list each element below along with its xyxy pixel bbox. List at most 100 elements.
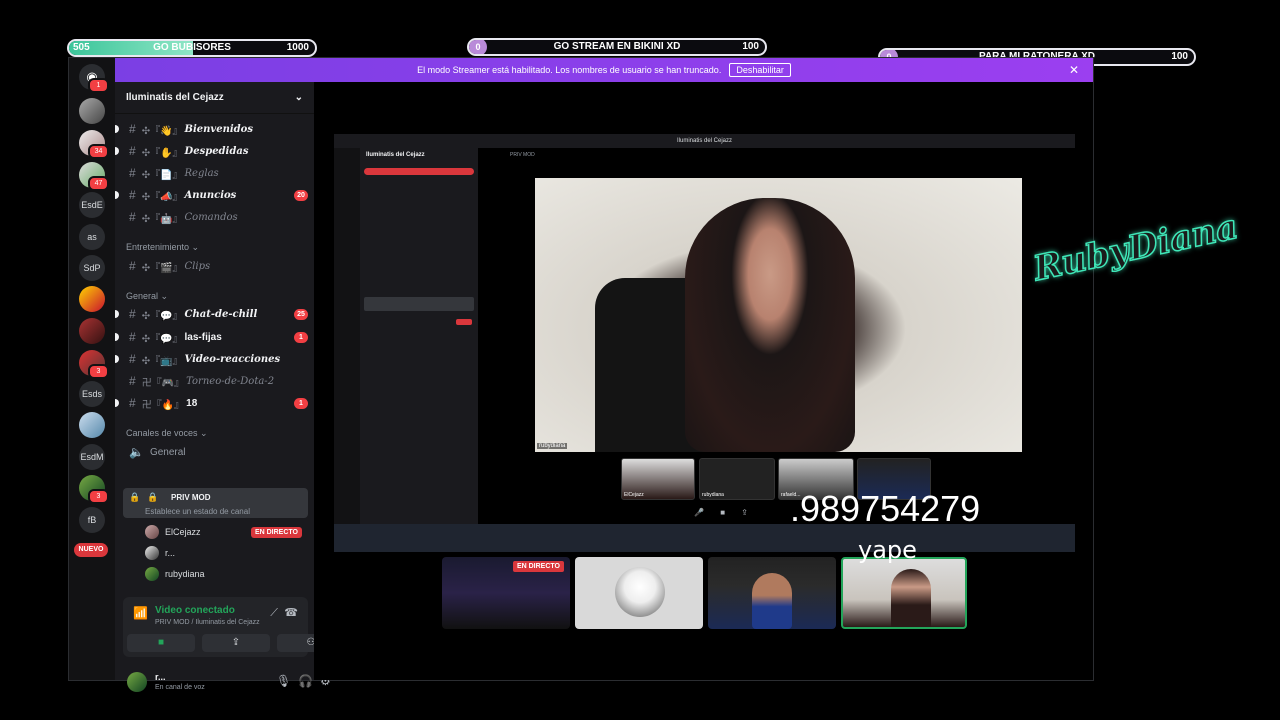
server-icon[interactable]: 3: [79, 475, 109, 504]
camera-button[interactable]: ■: [127, 634, 195, 652]
mention-badge: 25: [294, 308, 308, 320]
server-icon[interactable]: 34: [79, 130, 109, 159]
server-icon[interactable]: 47: [79, 162, 109, 191]
voice-connection-panel: 📶 Video conectado PRIV MOD / Iluminatis …: [123, 597, 345, 657]
participant-tile[interactable]: EN DIRECTO: [442, 557, 570, 629]
server-as[interactable]: as: [79, 224, 105, 250]
streamer-video: [685, 198, 855, 452]
screen-share-icon[interactable]: ⇪: [741, 508, 748, 517]
channel-sidebar: Iluminatis del Cejazz ⌄ # ✣『👋』 Bienvenidos…: [115, 82, 345, 692]
user-name: r...: [155, 672, 166, 682]
screen-share-button[interactable]: ⇪: [202, 634, 270, 652]
channel-status-input[interactable]: Establece un estado de canal: [145, 507, 250, 516]
channel-anuncios[interactable]: # ✣『📣』 Anuncios 20: [115, 185, 314, 205]
goal-bar-bikini: 0 GO STREAM EN BIKINI XD 100: [467, 38, 767, 56]
goal-max: 100: [742, 41, 759, 52]
server-icon[interactable]: 3: [79, 350, 109, 379]
phone-overlay: .989754279: [790, 488, 981, 529]
speaker-icon: 🔈: [129, 445, 144, 459]
inner-channel-sidebar: Iluminatis del Cejazz: [360, 148, 478, 524]
channel-bienvenidos[interactable]: # ✣『👋』 Bienvenidos: [115, 119, 314, 139]
server-sdp[interactable]: SdP: [79, 255, 105, 281]
channel-reglas[interactable]: # ✣『📄』 Reglas: [115, 163, 314, 183]
channel-las-fijas[interactable]: # ✣『💬』 las-fijas 1: [115, 327, 314, 347]
thumbnail-label: rubydiana: [702, 492, 724, 498]
yape-overlay: yape: [858, 536, 917, 564]
server-fb[interactable]: fB: [79, 507, 105, 533]
mention-badge: 20: [294, 189, 308, 201]
category-voice[interactable]: Canales de voces ⌄: [126, 428, 208, 439]
server-esds[interactable]: Esds: [79, 381, 105, 407]
featured-video[interactable]: rubydiana: [535, 178, 1022, 452]
participant-thumbnail[interactable]: ElCejazz: [621, 458, 695, 500]
channel-despedidas[interactable]: # ✣『✋』 Despedidas: [115, 141, 314, 161]
disable-button[interactable]: Deshabilitar: [729, 63, 791, 77]
channel-prefix: 卍『🔥』: [141, 399, 185, 411]
server-icon[interactable]: [79, 286, 105, 312]
lock-icon: 🔒: [147, 492, 159, 502]
voice-channel-general[interactable]: 🔈 General: [115, 442, 314, 462]
streamer-mode-banner: El modo Streamer está habilitado. Los no…: [115, 58, 1093, 82]
voice-user[interactable]: r...: [145, 544, 175, 562]
server-esde[interactable]: EsdE: [79, 192, 105, 218]
inner-channel-label: PRIV MOD: [510, 152, 535, 158]
mention-badge: 1: [294, 331, 308, 343]
channel-name: Reglas: [184, 167, 219, 179]
discord-home-icon[interactable]: ◉ 1: [79, 64, 109, 93]
channel-video-reacciones[interactable]: # ✣『📺』 Video-reacciones: [115, 349, 314, 369]
goal-max: 100: [1171, 51, 1188, 62]
participant-tile[interactable]: [575, 557, 703, 629]
close-icon[interactable]: ✕: [1069, 63, 1079, 77]
camera-icon[interactable]: ■: [720, 508, 725, 517]
channel-torneo-de-dota-2[interactable]: # 卍『🎮』 Torneo-de-Dota-2: [115, 371, 314, 391]
disconnect-icon[interactable]: ☎: [284, 606, 298, 619]
avatar[interactable]: [127, 672, 147, 692]
connection-location: PRIV MOD / Iluminatis del Cejazz: [155, 619, 260, 626]
noise-suppression-icon[interactable]: ⟋: [270, 607, 278, 620]
channel-name: 18: [186, 397, 198, 409]
category-entretenimiento[interactable]: Entretenimiento ⌄: [126, 242, 199, 253]
thumbnail-label: ElCejazz: [624, 492, 644, 498]
channel-chat-de-chill[interactable]: # ✣『💬』 Chat-de-chill 25: [115, 304, 314, 324]
server-icon[interactable]: [79, 98, 105, 124]
server-rail: ◉ 1 34 47 EsdE as SdP 3 Esds EsdM 3 fB NU…: [69, 58, 115, 680]
unread-badge: 47: [88, 176, 109, 191]
channel-18[interactable]: # 卍『🔥』 18 1: [115, 393, 314, 413]
new-badge[interactable]: NUEVO: [74, 543, 108, 557]
live-badge: EN DIRECTO: [512, 561, 564, 572]
connection-status: Video conectado: [155, 605, 235, 616]
server-icon[interactable]: [79, 412, 105, 438]
channel-name: PRIV MOD: [171, 493, 211, 502]
headphones-icon[interactable]: 🎧: [298, 674, 313, 688]
participant-tile[interactable]: [708, 557, 836, 629]
call-controls: 🎤 ■ ⇪: [694, 508, 748, 524]
goal-title: GO STREAM EN BIKINI XD: [553, 41, 681, 52]
chevron-down-icon: ⌄: [294, 92, 303, 103]
voice-user[interactable]: ElCejazz EN DIRECTO: [145, 523, 308, 541]
unread-badge: 1: [88, 78, 109, 93]
voice-channel-priv-mod[interactable]: 🔒 🔒 PRIV MOD Establece un estado de cana…: [123, 488, 308, 518]
category-label: General: [126, 291, 159, 301]
participant-video: [891, 569, 931, 627]
voice-user[interactable]: rubydiana: [145, 565, 205, 583]
category-general[interactable]: General ⌄: [126, 291, 168, 302]
goal-title: GO BUBISORES: [153, 42, 231, 53]
participant-thumbnail[interactable]: rubydiana: [699, 458, 775, 500]
channel-prefix: 卍『🎮』: [141, 377, 185, 389]
participant-tile-speaking[interactable]: [841, 557, 967, 629]
server-name: Iluminatis del Cejazz: [126, 92, 224, 103]
server-esdm[interactable]: EsdM: [79, 444, 105, 470]
channel-prefix: ✣『📺』: [141, 355, 183, 367]
channel-comandos[interactable]: # ✣『🤖』 Comandos: [115, 207, 314, 227]
channel-name: Despedidas: [184, 145, 249, 157]
server-icon[interactable]: [79, 318, 105, 344]
avatar: [145, 525, 159, 539]
unread-badge: 34: [88, 144, 109, 159]
microphone-icon[interactable]: 🎙: [276, 674, 291, 688]
microphone-icon[interactable]: 🎤: [694, 508, 704, 517]
signal-icon: 📶: [133, 606, 148, 620]
category-label: Entretenimiento: [126, 242, 190, 252]
server-header[interactable]: Iluminatis del Cejazz ⌄: [115, 82, 314, 114]
channel-clips[interactable]: # ✣『🎬』 Clips: [115, 256, 314, 276]
category-label: Canales de voces: [126, 428, 198, 438]
